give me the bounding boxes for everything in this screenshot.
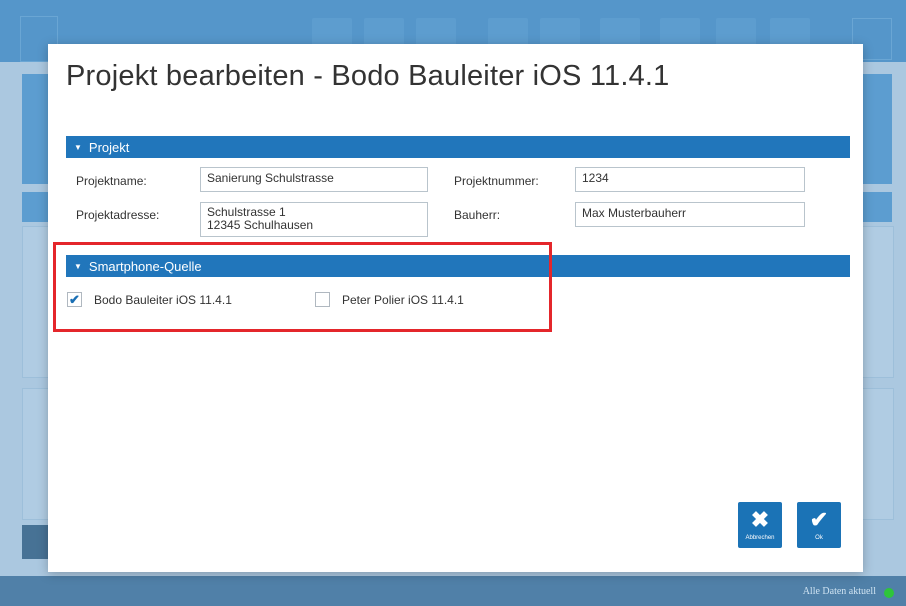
projektadresse-label: Projektadresse: (76, 208, 160, 222)
ok-label: Ok (815, 535, 823, 541)
source-option-bodo[interactable]: ✔ Bodo Bauleiter iOS 11.4.1 (67, 292, 232, 307)
source-label: Peter Polier iOS 11.4.1 (342, 292, 464, 307)
source-label: Bodo Bauleiter iOS 11.4.1 (94, 292, 232, 307)
project-section-title: Projekt (88, 139, 130, 155)
source-option-peter[interactable]: Peter Polier iOS 11.4.1 (315, 292, 464, 307)
checkbox-checked[interactable]: ✔ (67, 292, 82, 307)
smartphone-section-title: Smartphone-Quelle (88, 258, 202, 274)
close-icon: ✖ (750, 507, 770, 532)
ok-button[interactable]: ✔ Ok (797, 502, 841, 548)
project-section-header[interactable]: ▼ Projekt (66, 136, 850, 158)
checkbox-unchecked[interactable] (315, 292, 330, 307)
dialog-title: Projekt bearbeiten - Bodo Bauleiter iOS … (66, 60, 670, 92)
bauherr-input[interactable]: Max Musterbauherr (575, 202, 805, 227)
status-indicator-icon (884, 588, 894, 598)
caret-down-icon: ▼ (74, 261, 82, 271)
projektnummer-input[interactable]: 1234 (575, 167, 805, 192)
edit-project-dialog: Projekt bearbeiten - Bodo Bauleiter iOS … (48, 44, 863, 572)
caret-down-icon: ▼ (74, 142, 82, 152)
projektadresse-input[interactable]: Schulstrasse 1 12345 Schulhausen (200, 202, 428, 237)
smartphone-section-header[interactable]: ▼ Smartphone-Quelle (66, 255, 850, 277)
bauherr-label: Bauherr: (454, 208, 501, 222)
status-text: Alle Daten aktuell (802, 586, 876, 597)
projektname-label: Projektname: (76, 174, 147, 188)
projektname-input[interactable]: Sanierung Schulstrasse (200, 167, 428, 192)
projektnummer-label: Projektnummer: (454, 174, 539, 188)
cancel-label: Abbrechen (745, 535, 775, 541)
cancel-button[interactable]: ✖ Abbrechen (738, 502, 782, 548)
checkmark-icon: ✔ (809, 507, 829, 532)
checkmark-icon: ✔ (69, 292, 80, 307)
